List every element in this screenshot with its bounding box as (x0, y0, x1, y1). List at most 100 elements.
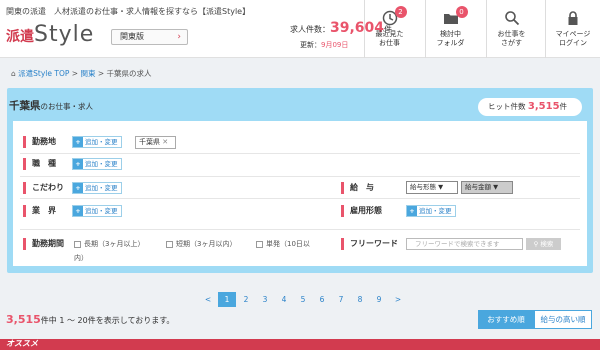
nav-recent-jobs[interactable]: 2 最近見た お仕事 (364, 0, 414, 58)
updated-value: 9月09日 (321, 41, 349, 49)
checkbox-box (74, 240, 81, 248)
page-3[interactable]: 3 (256, 292, 274, 307)
add-change-label: 追加・変更 (85, 207, 118, 215)
breadcrumb-region[interactable]: 関東 (80, 69, 95, 78)
hit-count-badge: ヒット件数 3,515件 (478, 98, 582, 116)
logo-style: Style (34, 22, 95, 47)
sort-recommended-button[interactable]: おすすめ順 (478, 310, 534, 329)
hit-count: 3,515 (527, 101, 560, 112)
search-button[interactable]: ⚲ 検索 (526, 238, 561, 250)
page-5[interactable]: 5 (294, 292, 312, 307)
checkbox-box (166, 240, 173, 248)
lock-icon (565, 10, 581, 26)
employment-label: 雇用形態 (341, 205, 382, 217)
row-divider (20, 229, 580, 230)
period-long-label: 長期（3ヶ月以上） (84, 240, 145, 248)
breadcrumb: ⌂ 派遣Style TOP > 関東 > 千葉県の求人 (11, 68, 152, 79)
page-2[interactable]: 2 (237, 292, 255, 307)
page-1[interactable]: 1 (218, 292, 236, 307)
nav-folder[interactable]: 0 検討中 フォルダ (425, 0, 475, 58)
logo-kanji: 派遣 (6, 29, 34, 45)
period-single-label: 単発（10日以 (266, 240, 310, 248)
nav-folder-label2: フォルダ (436, 39, 465, 47)
recommended-section-header: オススメ (0, 339, 600, 350)
breadcrumb-home[interactable]: 派遣Style TOP (18, 69, 69, 78)
salary-amount-select[interactable]: 給与金額 ▼ (461, 181, 513, 194)
plus-icon: + (73, 159, 83, 169)
add-change-label: 追加・変更 (419, 207, 452, 215)
row-divider (20, 176, 580, 177)
nav-search-label1: お仕事を (497, 30, 526, 38)
kodawari-label: こだわり (23, 182, 64, 194)
add-change-label: 追加・変更 (85, 184, 118, 192)
salary-type-select[interactable]: 給与形態 ▼ (406, 181, 458, 194)
page-6[interactable]: 6 (313, 292, 331, 307)
region-select-button[interactable]: 関東版 › (111, 29, 188, 45)
nav-mypage-label1: マイページ (555, 30, 591, 38)
chevron-right-icon: › (177, 32, 181, 42)
job-count-label: 求人件数： (290, 25, 330, 34)
search-icon: ⚲ (533, 240, 539, 248)
period-short-checkbox[interactable]: 短期（3ヶ月以内） (166, 239, 236, 249)
recent-badge: 2 (394, 6, 407, 18)
location-label: 勤務地 (23, 136, 56, 148)
row-divider (20, 198, 580, 199)
period-long-checkbox[interactable]: 長期（3ヶ月以上） (74, 239, 144, 249)
sort-salary-button[interactable]: 給与の高い順 (534, 310, 592, 329)
page-4[interactable]: 4 (275, 292, 293, 307)
breadcrumb-sep: > (71, 69, 79, 78)
page-9[interactable]: 9 (370, 292, 388, 307)
page-next[interactable]: > (389, 292, 407, 307)
nav-mypage-login[interactable]: マイページ ログイン (545, 0, 600, 58)
page-8[interactable]: 8 (351, 292, 369, 307)
home-icon: ⌂ (11, 69, 16, 78)
location-add-button[interactable]: + 追加・変更 (72, 136, 122, 148)
clock-icon: 2 (382, 6, 407, 26)
occupation-label: 職 種 (23, 158, 56, 170)
nav-folder-label1: 検討中 (440, 30, 461, 38)
hit-unit: 件 (559, 102, 568, 111)
plus-icon: + (73, 137, 83, 147)
breadcrumb-sep: > (97, 69, 105, 78)
row-divider (20, 153, 580, 154)
freeword-input[interactable]: フリーワードで検索できます (406, 238, 523, 250)
industry-label: 業 界 (23, 205, 56, 217)
plus-icon: + (73, 183, 83, 193)
updated-date: 更新：9月09日 (300, 40, 348, 50)
recommended-label: オススメ (6, 339, 38, 348)
search-panel-subtitle: のお仕事・求人 (40, 102, 94, 111)
result-count: 3,515 (6, 313, 41, 326)
industry-add-button[interactable]: + 追加・変更 (72, 205, 122, 217)
kodawari-add-button[interactable]: + 追加・変更 (72, 182, 122, 194)
salary-amount-value: 給与金額 (465, 183, 491, 191)
nav-recent-label2: お仕事 (379, 39, 400, 47)
prefecture-name: 千葉県 (9, 100, 41, 112)
result-summary: 3,515件中 1 ～ 20件を表示しております。 (6, 313, 174, 326)
search-button-label: 検索 (540, 240, 554, 248)
freeword-label: フリーワード (341, 238, 398, 250)
occupation-add-button[interactable]: + 追加・変更 (72, 158, 122, 170)
nav-search-jobs[interactable]: お仕事を さがす (486, 0, 536, 58)
dropdown-icon: ▼ (493, 183, 499, 191)
site-logo[interactable]: 派遣Style (6, 24, 94, 46)
add-change-label: 追加・変更 (85, 138, 118, 146)
folder-icon: 0 (443, 6, 468, 26)
page-prev[interactable]: < (199, 292, 217, 307)
salary-label: 給 与 (341, 182, 374, 194)
site-tagline: 関東の派遣 人材派遣のお仕事・求人情報を探すなら【派遣Style】 (6, 7, 251, 16)
search-icon (504, 10, 520, 26)
plus-icon: + (73, 206, 83, 216)
nav-mypage-label2: ログイン (559, 39, 587, 47)
search-panel-title: 千葉県のお仕事・求人 (9, 98, 93, 113)
nav-recent-label1: 最近見た (375, 30, 404, 38)
close-icon[interactable]: ✕ (162, 138, 168, 146)
add-change-label: 追加・変更 (85, 160, 118, 168)
page-7[interactable]: 7 (332, 292, 350, 307)
updated-label: 更新： (300, 41, 321, 49)
location-chip[interactable]: 千葉県 ✕ (135, 136, 176, 149)
employment-add-button[interactable]: + 追加・変更 (406, 205, 456, 217)
period-single-checkbox[interactable]: 単発（10日以 (256, 239, 310, 249)
checkbox-box (256, 240, 263, 248)
folder-badge: 0 (455, 6, 468, 18)
dropdown-icon: ▼ (438, 183, 444, 191)
